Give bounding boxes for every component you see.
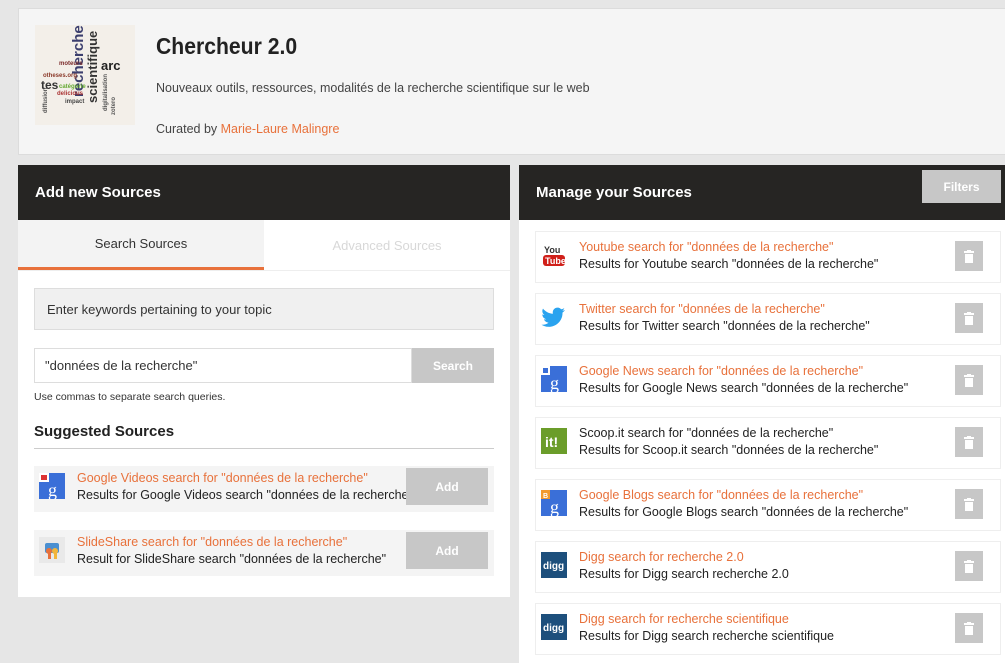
google-news-icon: g <box>541 366 567 393</box>
source-description: Results for Digg search recherche scient… <box>579 629 834 643</box>
svg-text:g: g <box>550 497 559 516</box>
topic-description: Nouveaux outils, ressources, modalités d… <box>156 81 590 95</box>
suggested-source-item: g Google Videos search for "données de l… <box>34 466 494 512</box>
svg-text:B: B <box>543 493 548 500</box>
source-title[interactable]: Google Blogs search for "données de la r… <box>579 488 863 502</box>
trash-icon <box>964 373 974 387</box>
divider <box>34 448 494 449</box>
source-item: g Google News search for "données de la … <box>535 355 1001 407</box>
delete-button[interactable] <box>955 365 983 395</box>
suggested-source-item: SlideShare search for "données de la rec… <box>34 530 494 576</box>
manage-sources-heading: Manage your Sources <box>536 184 692 201</box>
svg-text:it!: it! <box>545 434 558 450</box>
svg-text:otheses.org: otheses.org <box>43 73 77 79</box>
source-description: Results for Scoop.it search "données de … <box>579 443 879 457</box>
svg-text:Tube: Tube <box>545 256 566 266</box>
delete-button[interactable] <box>955 303 983 333</box>
tab-advanced-sources[interactable]: Advanced Sources <box>264 220 510 270</box>
add-button[interactable]: Add <box>406 468 488 505</box>
search-row: Search <box>34 348 494 383</box>
suggested-source-description: Result for SlideShare search "données de… <box>77 552 387 566</box>
source-item: You Tube Youtube search for "données de l… <box>535 231 1001 283</box>
topic-header: recherche scientifique arc tes moteurs o… <box>18 8 1005 155</box>
search-help-text: Use commas to separate search queries. <box>34 391 226 403</box>
svg-text:g: g <box>550 373 559 392</box>
curated-by: Curated by Marie-Laure Malingre <box>156 122 339 136</box>
suggested-source-title[interactable]: Google Videos search for "données de la … <box>77 471 368 485</box>
source-title[interactable]: Digg search for recherche 2.0 <box>579 550 744 564</box>
trash-icon <box>964 497 974 511</box>
google-blogs-icon: Bg <box>541 490 567 517</box>
delete-button[interactable] <box>955 241 983 271</box>
youtube-icon: You Tube <box>541 242 567 268</box>
suggested-source-title[interactable]: SlideShare search for "données de la rec… <box>77 535 347 549</box>
svg-text:catégorie: catégorie <box>59 84 86 90</box>
delete-button[interactable] <box>955 551 983 581</box>
google-videos-icon: g <box>39 473 65 500</box>
manage-sources-panel: Manage your Sources Filters You Tube Yout… <box>519 165 1005 663</box>
svg-text:zotero: zotero <box>111 97 117 115</box>
source-title[interactable]: Scoop.it search for "données de la reche… <box>579 426 833 440</box>
source-title[interactable]: Digg search for recherche scientifique <box>579 612 789 626</box>
source-title[interactable]: Twitter search for "données de la recher… <box>579 302 825 316</box>
svg-text:You: You <box>544 245 560 255</box>
svg-text:digg: digg <box>543 623 564 634</box>
add-button[interactable]: Add <box>406 532 488 569</box>
source-title[interactable]: Youtube search for "données de la recher… <box>579 240 833 254</box>
source-item: it! Scoop.it search for "données de la r… <box>535 417 1001 469</box>
page-title: Chercheur 2.0 <box>156 33 298 59</box>
search-input[interactable] <box>34 348 412 383</box>
trash-icon <box>964 311 974 325</box>
curator-link[interactable]: Marie-Laure Malingre <box>221 122 340 136</box>
source-item: digg Digg search for recherche 2.0 Resul… <box>535 541 1001 593</box>
svg-text:digg: digg <box>543 561 564 572</box>
source-item: Twitter search for "données de la recher… <box>535 293 1001 345</box>
source-item: digg Digg search for recherche scientifi… <box>535 603 1001 655</box>
scoopit-icon: it! <box>541 428 567 454</box>
tab-search-sources[interactable]: Search Sources <box>18 220 264 270</box>
topic-logo: recherche scientifique arc tes moteurs o… <box>35 25 135 125</box>
svg-text:diffusion: diffusion <box>43 87 49 113</box>
svg-text:arc: arc <box>101 58 121 73</box>
slideshare-icon <box>39 537 65 563</box>
filters-button[interactable]: Filters <box>922 170 1001 203</box>
suggested-sources-title: Suggested Sources <box>34 423 175 440</box>
delete-button[interactable] <box>955 427 983 457</box>
add-sources-heading: Add new Sources <box>18 165 510 220</box>
add-sources-panel: Add new Sources Search Sources Advanced … <box>18 165 510 597</box>
source-tabs: Search Sources Advanced Sources <box>18 220 510 271</box>
svg-text:g: g <box>48 480 57 499</box>
manage-sources-header: Manage your Sources Filters <box>519 165 1005 220</box>
source-description: Results for Google News search "données … <box>579 381 909 395</box>
suggested-source-description: Results for Google Videos search "donnée… <box>77 488 407 502</box>
source-description: Results for Digg search recherche 2.0 <box>579 567 789 581</box>
svg-text:moteurs: moteurs <box>59 61 83 67</box>
svg-text:impact: impact <box>65 99 84 105</box>
source-description: Results for Google Blogs search "données… <box>579 505 909 519</box>
keyword-hint: Enter keywords pertaining to your topic <box>34 288 494 330</box>
source-description: Results for Youtube search "données de l… <box>579 257 879 271</box>
digg-icon: digg <box>541 614 567 640</box>
trash-icon <box>964 621 974 635</box>
search-button[interactable]: Search <box>412 348 494 383</box>
delete-button[interactable] <box>955 613 983 643</box>
digg-icon: digg <box>541 552 567 578</box>
trash-icon <box>964 249 974 263</box>
svg-text:scientifique: scientifique <box>85 31 100 103</box>
delete-button[interactable] <box>955 489 983 519</box>
trash-icon <box>964 435 974 449</box>
source-item: Bg Google Blogs search for "données de l… <box>535 479 1001 531</box>
source-title[interactable]: Google News search for "données de la re… <box>579 364 863 378</box>
trash-icon <box>964 559 974 573</box>
curated-by-label: Curated by <box>156 122 221 136</box>
svg-text:digitalisation: digitalisation <box>103 74 109 111</box>
svg-text:delicious: delicious <box>57 91 84 97</box>
source-description: Results for Twitter search "données de l… <box>579 319 870 333</box>
twitter-icon <box>541 304 567 330</box>
